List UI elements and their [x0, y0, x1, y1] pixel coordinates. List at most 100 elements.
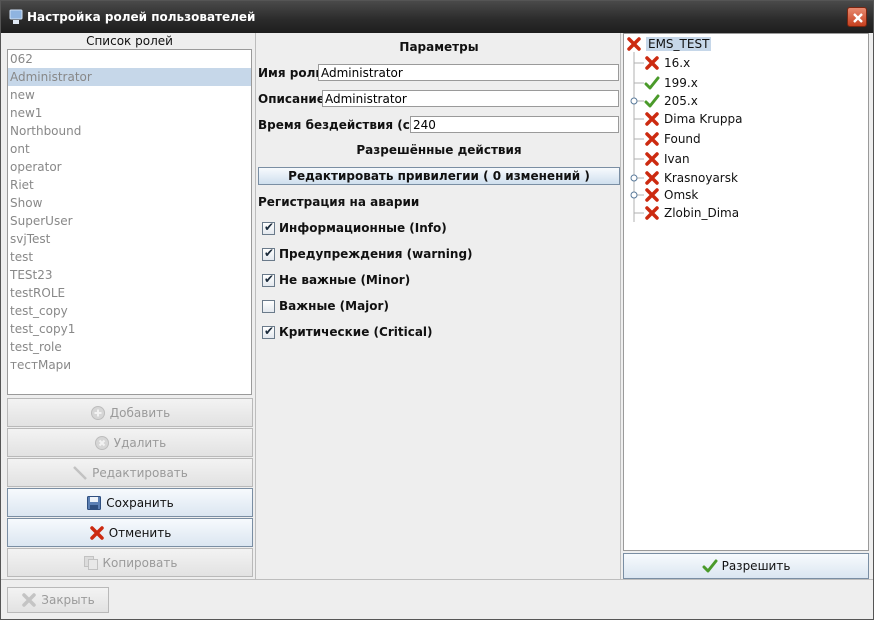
alarm-checkbox-row[interactable]: ✔ Информационные (Info)	[262, 219, 447, 235]
tree-node-label: Dima Kruppa	[664, 112, 743, 126]
alarm-checkbox-row[interactable]: Важные (Major)	[262, 299, 389, 313]
add-role-button[interactable]: Добавить	[7, 398, 253, 427]
close-label: Закрыть	[41, 593, 95, 607]
roles-action-buttons: Добавить Удалить Редактировать Сохранить…	[7, 398, 253, 578]
role-list-item[interactable]: operator	[8, 158, 251, 176]
red-x-icon	[645, 152, 659, 166]
tree-node[interactable]: Ivan	[644, 150, 690, 168]
tree-node[interactable]: 205.x	[644, 92, 698, 110]
check-icon	[644, 94, 660, 108]
close-button[interactable]: Закрыть	[7, 587, 109, 613]
permissions-title: Разрешённые действия	[356, 143, 522, 157]
checkmark-icon: ✔	[264, 323, 275, 338]
role-list-item[interactable]: test_copy1	[8, 320, 251, 338]
roles-list-caption: Список ролей	[86, 34, 173, 48]
edit-privileges-button[interactable]: Редактировать привилегии ( 0 изменений )	[258, 167, 620, 185]
red-x-icon	[645, 206, 659, 220]
title-bar: Настройка ролей пользователей	[1, 1, 873, 33]
alarm-checkbox-row[interactable]: ✔ Критические (Critical)	[262, 323, 433, 339]
check-icon	[644, 76, 660, 90]
edit-role-label: Редактировать	[92, 465, 188, 480]
alarm-checkbox-label: Информационные (Info)	[279, 221, 447, 235]
objects-tree[interactable]: EMS_TEST 16.x 199.x 205.x Dima Kruppa Found I…	[623, 33, 869, 551]
app-icon	[9, 9, 23, 24]
role-list-item[interactable]: ont	[8, 140, 251, 158]
role-list-item[interactable]: testROLE	[8, 284, 251, 302]
save-label: Сохранить	[106, 495, 174, 510]
tree-node[interactable]: Krasnoyarsk	[644, 169, 738, 187]
tree-node-label: Omsk	[664, 188, 699, 202]
tree-node[interactable]: Dima Kruppa	[644, 110, 742, 128]
delete-role-button[interactable]: Удалить	[7, 428, 253, 457]
copy-role-label: Копировать	[102, 555, 178, 570]
copy-role-button[interactable]: Копировать	[7, 548, 253, 577]
tree-node[interactable]: Zlobin_Dima	[644, 204, 739, 222]
role-name-input[interactable]	[318, 64, 619, 81]
save-button[interactable]: Сохранить	[7, 488, 253, 517]
parameters-panel: Параметры Имя роли: Описание: Время безд…	[255, 33, 621, 579]
role-list-item[interactable]: Administrator	[8, 68, 251, 86]
window-close-button[interactable]	[847, 7, 867, 27]
edit-role-button[interactable]: Редактировать	[7, 458, 253, 487]
checkbox[interactable]: ✔	[262, 246, 275, 261]
tree-root[interactable]: EMS_TEST	[626, 35, 712, 53]
tree-node-label: 16.x	[664, 56, 691, 70]
add-role-label: Добавить	[109, 405, 171, 420]
check-icon	[702, 559, 718, 573]
alarm-registration-title: Регистрация на аварии	[258, 195, 420, 209]
alarm-checkbox-label: Критические (Critical)	[279, 325, 433, 339]
copy-icon	[83, 555, 98, 570]
description-input[interactable]	[322, 90, 619, 107]
role-list-item[interactable]: new1	[8, 104, 251, 122]
red-x-icon	[645, 188, 659, 202]
role-settings-window: Настройка ролей пользователей Список рол…	[0, 0, 874, 620]
parameters-title: Параметры	[399, 40, 479, 54]
role-list-item[interactable]: SuperUser	[8, 212, 251, 230]
alarm-checkbox-row[interactable]: ✔ Не важные (Minor)	[262, 271, 411, 287]
role-list-item[interactable]: Northbound	[8, 122, 251, 140]
tree-root-label: EMS_TEST	[646, 37, 712, 51]
role-list-item[interactable]: test_copy	[8, 302, 251, 320]
objects-panel: EMS_TEST 16.x 199.x 205.x Dima Kruppa Found I…	[622, 33, 870, 579]
tree-node[interactable]: Omsk	[644, 186, 698, 204]
checkbox[interactable]	[262, 299, 275, 313]
role-list-item[interactable]: TESt23	[8, 266, 251, 284]
tree-node[interactable]: 199.x	[644, 74, 698, 92]
role-list-item[interactable]: new	[8, 86, 251, 104]
allow-button[interactable]: Разрешить	[623, 553, 869, 579]
tree-node-label: Zlobin_Dima	[664, 206, 740, 220]
footer-bar: Закрыть	[1, 579, 873, 619]
roles-list[interactable]: 062 Administrator new new1 Northbound ont oper…	[7, 49, 252, 395]
checkbox[interactable]: ✔	[262, 323, 275, 339]
role-list-item[interactable]: Riet	[8, 176, 251, 194]
delete-role-label: Удалить	[113, 435, 167, 450]
red-x-icon	[645, 112, 659, 126]
checkbox[interactable]: ✔	[262, 219, 275, 235]
close-icon	[853, 13, 863, 23]
description-label: Описание:	[258, 92, 330, 106]
idle-time-input[interactable]	[410, 116, 619, 133]
tree-node-label: Ivan	[664, 152, 690, 166]
tree-node[interactable]: Found	[644, 130, 701, 148]
tree-node-label: 199.x	[664, 76, 698, 90]
checkmark-icon: ✔	[264, 271, 275, 286]
tree-node[interactable]: 16.x	[644, 54, 690, 72]
checkmark-icon: ✔	[264, 219, 275, 234]
role-list-item[interactable]: test	[8, 248, 251, 266]
add-icon	[90, 405, 105, 420]
red-x-icon	[627, 37, 641, 51]
tree-node-label: Krasnoyarsk	[664, 171, 738, 185]
role-list-item[interactable]: svjTest	[8, 230, 251, 248]
cancel-button[interactable]: Отменить	[7, 518, 253, 547]
alarm-checkbox-row[interactable]: ✔ Предупреждения (warning)	[262, 246, 473, 261]
floppy-disk-icon	[87, 495, 102, 510]
alarm-checkbox-label: Не важные (Minor)	[279, 273, 411, 287]
delete-icon	[94, 435, 109, 450]
role-list-item[interactable]: test_role	[8, 338, 251, 356]
checkbox[interactable]: ✔	[262, 271, 275, 287]
role-list-item[interactable]: тестМари	[8, 356, 251, 374]
role-list-item[interactable]: 062	[8, 50, 251, 68]
alarm-checkbox-label: Предупреждения (warning)	[279, 247, 473, 261]
role-list-item[interactable]: Show	[8, 194, 251, 212]
close-icon	[22, 593, 37, 607]
